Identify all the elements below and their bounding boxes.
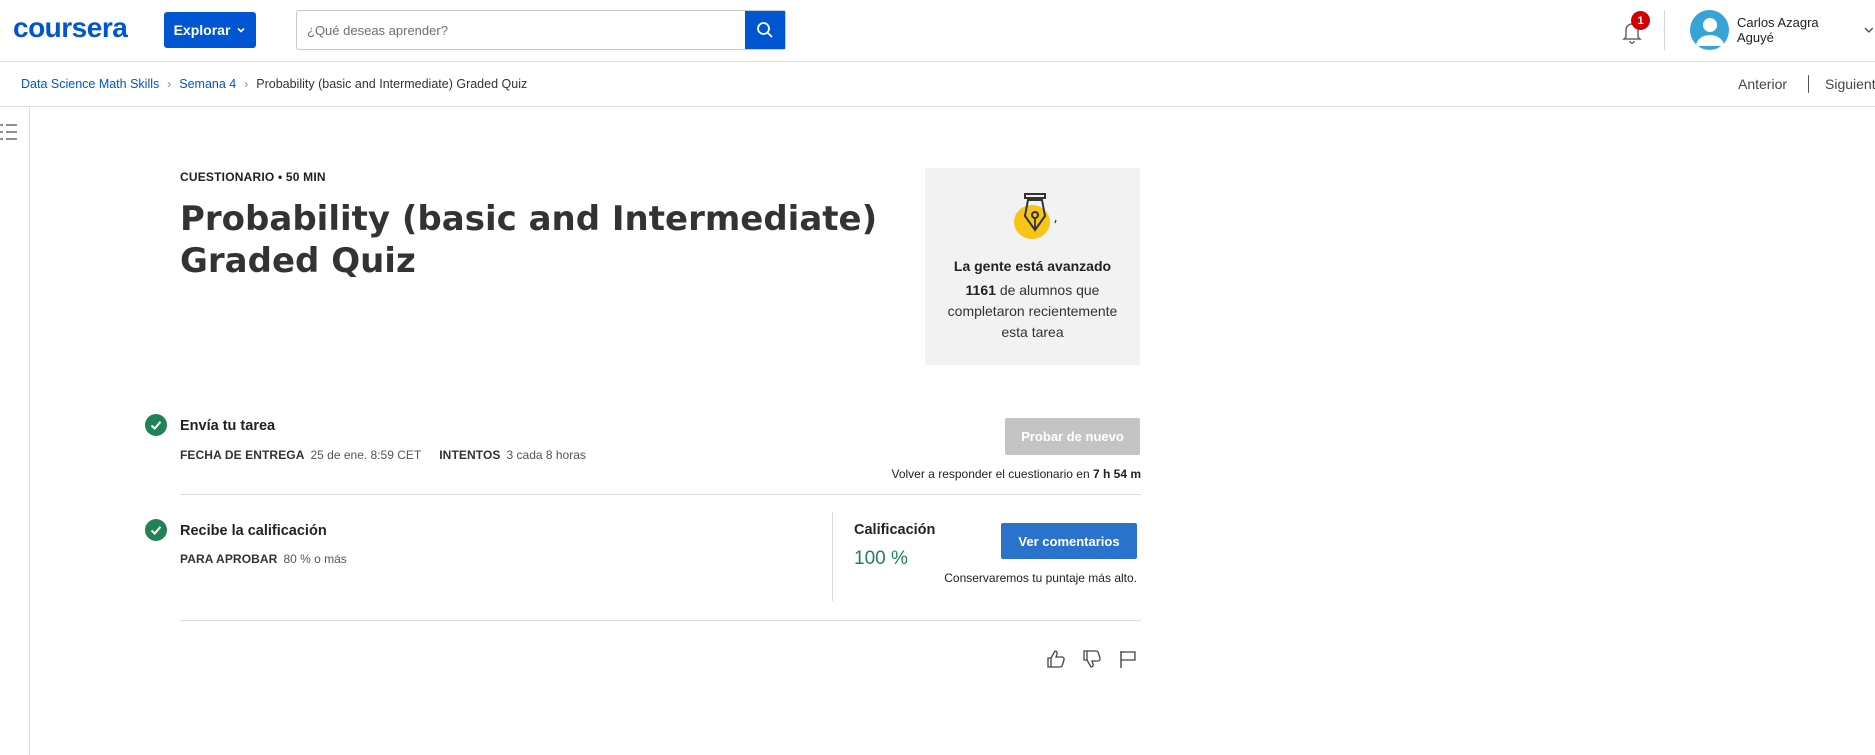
breadcrumb-week[interactable]: Semana 4	[179, 77, 236, 91]
feedback-icons	[1045, 648, 1139, 670]
chevron-down-icon	[1864, 27, 1874, 33]
grade-title: Recibe la calificación	[180, 523, 327, 539]
nav-divider	[1808, 75, 1809, 93]
learners-count: 1161	[965, 282, 996, 298]
top-header: coursera Explorar 1 Carlos Azagra Aguyé	[0, 0, 1875, 62]
breadcrumb-current: Probability (basic and Intermediate) Gra…	[256, 77, 528, 91]
thumbs-up-icon[interactable]	[1045, 648, 1067, 670]
notifications-button[interactable]: 1	[1617, 11, 1650, 46]
grade-label: Calificación	[854, 522, 936, 538]
divider	[180, 494, 1141, 495]
retry-time: 7 h 54 m	[1092, 467, 1141, 481]
grade-check-icon	[145, 519, 167, 541]
page-title: Probability (basic and Intermediate) Gra…	[180, 199, 878, 281]
submit-title: Envía tu tarea	[180, 418, 276, 434]
due-value: 25 de ene. 8:59 CET	[310, 448, 422, 462]
grade-value: 100 %	[854, 548, 908, 569]
notification-badge: 1	[1631, 11, 1650, 30]
side-rail	[0, 108, 30, 755]
explore-button[interactable]: Explorar	[164, 12, 256, 48]
retry-note-text: Volver a responder el cuestionario en	[891, 467, 1090, 481]
progress-card: La gente está avanzado 1161 de alumnos q…	[925, 168, 1140, 365]
user-menu[interactable]: Carlos Azagra Aguyé	[1690, 10, 1875, 50]
vertical-divider	[832, 512, 833, 601]
pass-label: PARA APROBAR	[180, 552, 278, 566]
chevron-right-icon: ›	[167, 77, 172, 91]
pen-nib-icon	[1014, 193, 1057, 239]
submit-meta: FECHA DE ENTREGA 25 de ene. 8:59 CET INT…	[180, 448, 586, 462]
flag-icon[interactable]	[1117, 648, 1139, 670]
search-button[interactable]	[745, 11, 785, 49]
search-icon	[757, 22, 773, 38]
thumbs-down-icon[interactable]	[1081, 648, 1103, 670]
pass-value: 80 % o más	[283, 552, 347, 566]
menu-list-icon[interactable]	[0, 122, 18, 142]
breadcrumb-course[interactable]: Data Science Math Skills	[21, 77, 159, 91]
retry-button[interactable]: Probar de nuevo	[1005, 418, 1140, 455]
progress-card-text: 1161 de alumnos que completaron reciente…	[935, 280, 1130, 343]
divider	[180, 620, 1141, 621]
header-divider	[1664, 10, 1665, 50]
next-link[interactable]: Siguient	[1825, 76, 1875, 92]
quiz-meta: CUESTIONARIO • 50 MIN	[180, 170, 326, 184]
search-input[interactable]	[297, 11, 745, 49]
user-avatar-icon	[1690, 10, 1729, 50]
retry-note: Volver a responder el cuestionario en 7 …	[892, 467, 1142, 481]
chevron-down-icon	[237, 27, 245, 33]
previous-link[interactable]: Anterior	[1738, 76, 1787, 92]
attempts-label: INTENTOS	[439, 448, 501, 462]
search-box	[296, 10, 786, 50]
user-name: Carlos Azagra Aguyé	[1736, 15, 1819, 45]
view-feedback-button[interactable]: Ver comentarios	[1001, 523, 1137, 559]
explore-label: Explorar	[173, 22, 231, 38]
breadcrumb-bar: Data Science Math Skills › Semana 4 › Pr…	[0, 62, 1875, 107]
keep-score-note: Conservaremos tu puntaje más alto.	[944, 571, 1137, 585]
coursera-logo[interactable]: coursera	[13, 12, 128, 44]
chevron-right-icon: ›	[244, 77, 249, 91]
grade-meta: PARA APROBAR 80 % o más	[180, 552, 347, 566]
submit-check-icon	[145, 414, 167, 436]
attempts-value: 3 cada 8 horas	[506, 448, 586, 462]
progress-card-heading: La gente está avanzado	[953, 258, 1112, 274]
due-label: FECHA DE ENTREGA	[180, 448, 305, 462]
breadcrumb: Data Science Math Skills › Semana 4 › Pr…	[21, 77, 527, 91]
